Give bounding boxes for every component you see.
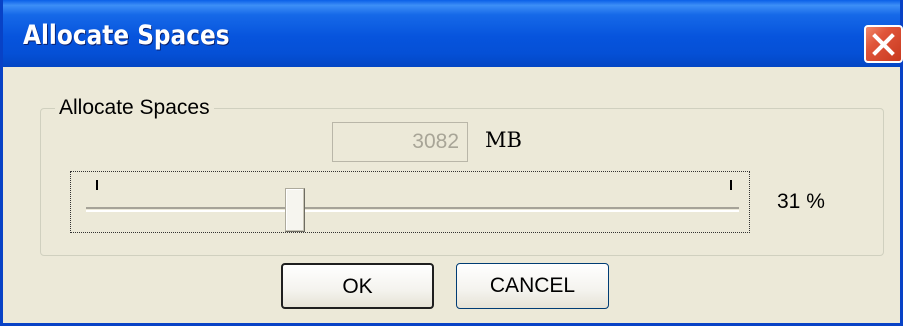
slider-tick-max xyxy=(730,180,732,190)
allocation-slider[interactable] xyxy=(70,171,750,233)
close-button[interactable] xyxy=(864,25,903,63)
cancel-button[interactable]: CANCEL xyxy=(456,263,609,309)
group-label: Allocate Spaces xyxy=(55,96,214,120)
percent-label: 31 % xyxy=(777,190,825,213)
close-icon xyxy=(872,33,895,56)
size-unit-label: MB xyxy=(485,128,522,152)
slider-track[interactable] xyxy=(86,207,739,212)
slider-thumb[interactable] xyxy=(285,188,305,232)
ok-button[interactable]: OK xyxy=(281,263,434,309)
window-title: Allocate Spaces xyxy=(23,20,230,51)
slider-tick-min xyxy=(96,180,98,190)
title-bar[interactable]: Allocate Spaces xyxy=(3,0,903,67)
size-field: 3082 xyxy=(332,122,468,162)
